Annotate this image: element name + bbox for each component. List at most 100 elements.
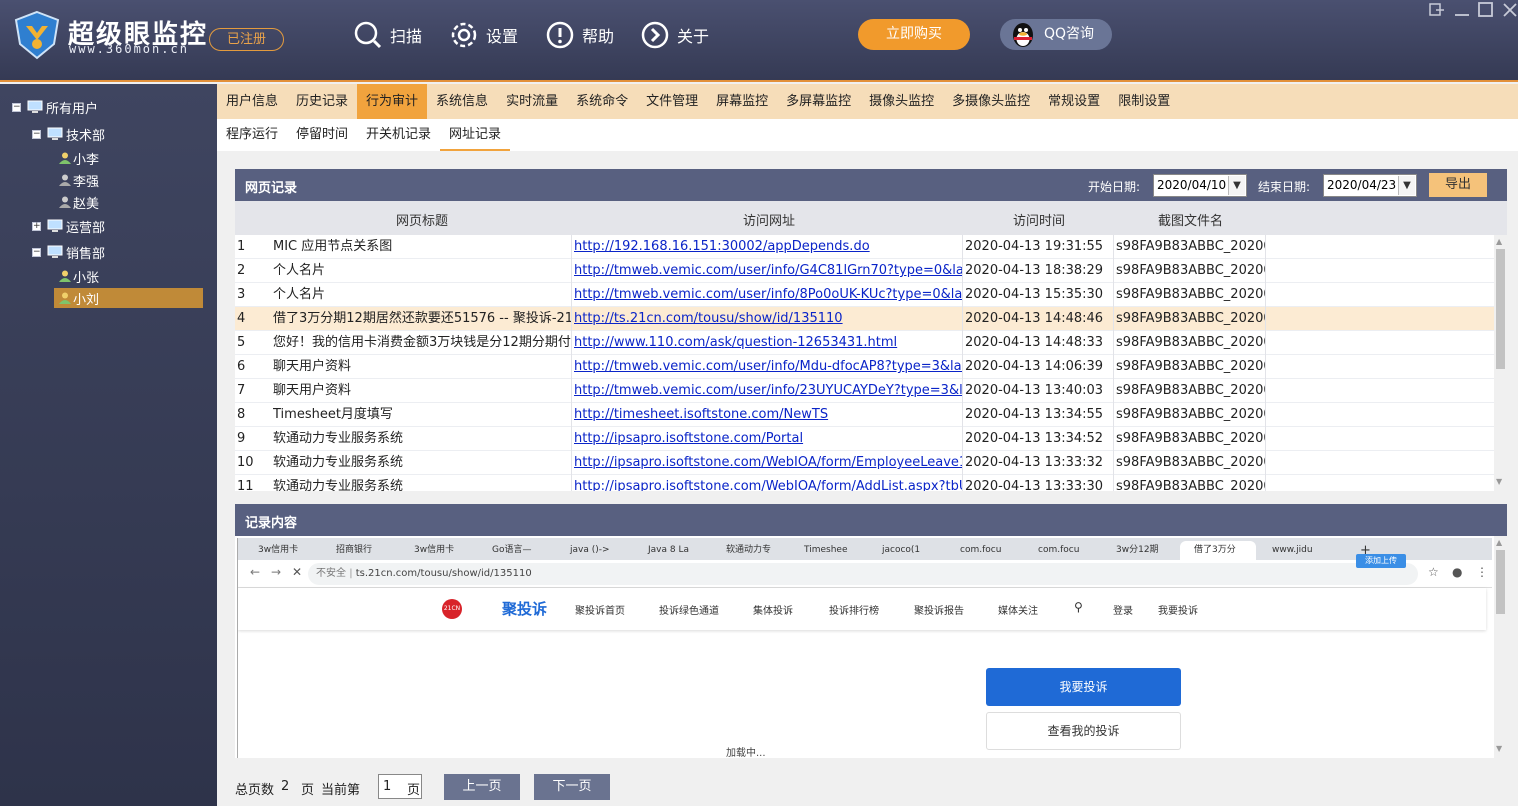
- scroll-up-icon[interactable]: ▲: [1496, 237, 1502, 246]
- scrollbar-thumb[interactable]: [1496, 550, 1505, 614]
- prev-page-button[interactable]: 上一页: [444, 774, 520, 800]
- cell-url[interactable]: http://ipsapro.isoftstone.com/WebIOA/for…: [574, 475, 963, 491]
- user-icon: [59, 196, 71, 208]
- tree-node-group-tech[interactable]: − 技术部: [32, 124, 105, 144]
- address-text: ts.21cn.com/tousu/show/id/135110: [355, 568, 532, 579]
- tree-node-all-users[interactable]: − 所有用户: [12, 97, 98, 117]
- tree-node-label: 销售部: [66, 246, 106, 262]
- tab-6[interactable]: 文件管理: [637, 84, 707, 119]
- subtab-0[interactable]: 程序运行: [217, 119, 287, 151]
- user-icon: [59, 174, 71, 186]
- subtab-3[interactable]: 网址记录: [440, 119, 511, 151]
- site-nav-group: 集体投诉: [753, 606, 793, 617]
- chevron-down-icon[interactable]: ▼: [1228, 176, 1245, 195]
- scroll-up-icon[interactable]: ▲: [1496, 538, 1502, 547]
- tab-4[interactable]: 实时流量: [497, 84, 567, 119]
- tree-node-user-xiaozhang[interactable]: 小张: [58, 266, 99, 286]
- record-content-header: 记录内容: [235, 504, 1507, 536]
- back-icon: ←: [250, 565, 261, 579]
- cell-title: 聊天用户资料: [273, 355, 572, 379]
- expand-icon[interactable]: +: [32, 221, 41, 231]
- tab-3[interactable]: 系统信息: [427, 84, 497, 119]
- cell-file: s98FA9B83ABBC_20200: [1116, 451, 1266, 475]
- scroll-down-icon[interactable]: ▼: [1496, 744, 1502, 753]
- cell-title: 软通动力专业服务系统: [273, 475, 572, 491]
- about-button[interactable]: 关于: [641, 20, 709, 50]
- tree-node-user-xiaoli[interactable]: 小李: [58, 148, 99, 168]
- cell-url[interactable]: http://timesheet.isoftstone.com/NewTS: [574, 403, 963, 427]
- site-nav-green: 投诉绿色通道: [659, 606, 719, 617]
- end-date-picker[interactable]: 2020/04/23 ▼: [1323, 174, 1417, 197]
- panel-title: 网页记录: [245, 181, 298, 196]
- tab-0[interactable]: 用户信息: [217, 84, 287, 119]
- cell-url[interactable]: http://tmweb.vemic.com/user/info/Mdu-dfo…: [574, 355, 963, 379]
- tree-node-label: 小张: [73, 270, 100, 286]
- tab-7[interactable]: 屏幕监控: [707, 84, 777, 119]
- close-icon[interactable]: [1500, 0, 1518, 20]
- cell-url[interactable]: http://www.110.com/ask/question-12653431…: [574, 331, 963, 355]
- subtab-1[interactable]: 停留时间: [287, 119, 357, 151]
- tab-2[interactable]: 行为审计: [357, 84, 428, 119]
- tree-node-group-sales[interactable]: − 销售部: [32, 242, 105, 262]
- scrollbar-thumb[interactable]: [1496, 249, 1505, 369]
- cell-title: 聊天用户资料: [273, 379, 572, 403]
- table-row[interactable]: 9 软通动力专业服务系统 http://ipsapro.isoftstone.com…: [235, 427, 1494, 451]
- insecure-label: 不安全: [316, 568, 346, 579]
- tree-node-user-liqiang[interactable]: 李强: [58, 170, 99, 190]
- tab-5[interactable]: 系统命令: [567, 84, 637, 119]
- table-row[interactable]: 4 借了3万分期12期居然还款要还51576 -- 聚投诉-21CN http://…: [235, 307, 1494, 331]
- cell-url[interactable]: http://ipsapro.isoftstone.com/Portal: [574, 427, 963, 451]
- cell-url[interactable]: http://ipsapro.isoftstone.com/WebIOA/for…: [574, 451, 963, 475]
- tab-8[interactable]: 多屏幕监控: [777, 84, 860, 119]
- help-button[interactable]: 帮助: [546, 20, 614, 50]
- maximize-icon[interactable]: [1476, 0, 1496, 20]
- tree-node-user-xiaoliu[interactable]: 小刘: [54, 288, 203, 308]
- table-row[interactable]: 10 软通动力专业服务系统 http://ipsapro.isoftstone.co…: [235, 451, 1494, 475]
- table-row[interactable]: 8 Timesheet月度填写 http://timesheet.isoftston…: [235, 403, 1494, 427]
- account-icon: ●: [1452, 565, 1463, 579]
- tab-10[interactable]: 多摄像头监控: [943, 84, 1039, 119]
- content-scrollbar[interactable]: ▲ ▼: [1494, 536, 1507, 758]
- user-icon: [59, 152, 71, 164]
- table-row[interactable]: 6 聊天用户资料 http://tmweb.vemic.com/user/info/…: [235, 355, 1494, 379]
- tree-node-user-zhaomei[interactable]: 赵美: [58, 192, 99, 212]
- scan-button[interactable]: 扫描: [354, 20, 422, 50]
- cell-file: s98FA9B83ABBC_20200: [1116, 403, 1266, 427]
- table-scrollbar[interactable]: ▲ ▼: [1494, 235, 1507, 491]
- table-row[interactable]: 11 软通动力专业服务系统 http://ipsapro.isoftstone.co…: [235, 475, 1494, 491]
- scroll-down-icon[interactable]: ▼: [1496, 477, 1502, 486]
- cell-url[interactable]: http://tmweb.vemic.com/user/info/8Po0oUK…: [574, 283, 963, 307]
- chevron-down-icon[interactable]: ▼: [1398, 176, 1415, 195]
- settings-button[interactable]: 设置: [450, 20, 518, 50]
- tab-11[interactable]: 常规设置: [1039, 84, 1109, 119]
- minimize-icon[interactable]: [1452, 0, 1472, 20]
- tree-node-group-ops[interactable]: + 运营部: [32, 216, 105, 236]
- table-row[interactable]: 2 个人名片 http://tmweb.vemic.com/user/info/G4…: [235, 259, 1494, 283]
- collapse-icon[interactable]: −: [32, 247, 41, 257]
- next-page-button[interactable]: 下一页: [534, 774, 610, 800]
- buy-now-button[interactable]: 立即购买: [858, 19, 970, 50]
- subtab-2[interactable]: 开关机记录: [357, 119, 440, 151]
- cell-url[interactable]: http://tmweb.vemic.com/user/info/23UYUCA…: [574, 379, 963, 403]
- tab-12[interactable]: 限制设置: [1109, 84, 1179, 119]
- start-date-picker[interactable]: 2020/04/10 ▼: [1153, 174, 1247, 197]
- cell-url[interactable]: http://tmweb.vemic.com/user/info/G4C81lG…: [574, 259, 963, 283]
- table-row[interactable]: 5 您好！我的信用卡消费金额3万块钱是分12期分期付款的 http://www.11…: [235, 331, 1494, 355]
- browser-tab: 3w分12期: [1116, 545, 1159, 555]
- cell-file: s98FA9B83ABBC_20200: [1116, 475, 1266, 491]
- cell-url[interactable]: http://192.168.16.151:30002/appDepends.d…: [574, 235, 963, 259]
- computer-icon: [47, 245, 63, 258]
- current-page-label: 当前第: [321, 783, 361, 798]
- export-button[interactable]: 导出: [1429, 173, 1487, 197]
- table-row[interactable]: 3 个人名片 http://tmweb.vemic.com/user/info/8P…: [235, 283, 1494, 307]
- cell-url[interactable]: http://ts.21cn.com/tousu/show/id/135110: [574, 307, 963, 331]
- tab-1[interactable]: 历史记录: [287, 84, 357, 119]
- tab-9[interactable]: 摄像头监控: [860, 84, 943, 119]
- table-row[interactable]: 7 聊天用户资料 http://tmweb.vemic.com/user/info/…: [235, 379, 1494, 403]
- collapse-icon[interactable]: −: [32, 129, 41, 139]
- table-row[interactable]: 1 MIC 应用节点关系图 http://192.168.16.151:30002/…: [235, 235, 1494, 259]
- restore-icon[interactable]: [1427, 0, 1447, 20]
- qq-consult-button[interactable]: QQ咨询: [1000, 19, 1112, 50]
- collapse-icon[interactable]: −: [12, 102, 21, 112]
- tree-node-label: 李强: [73, 174, 100, 190]
